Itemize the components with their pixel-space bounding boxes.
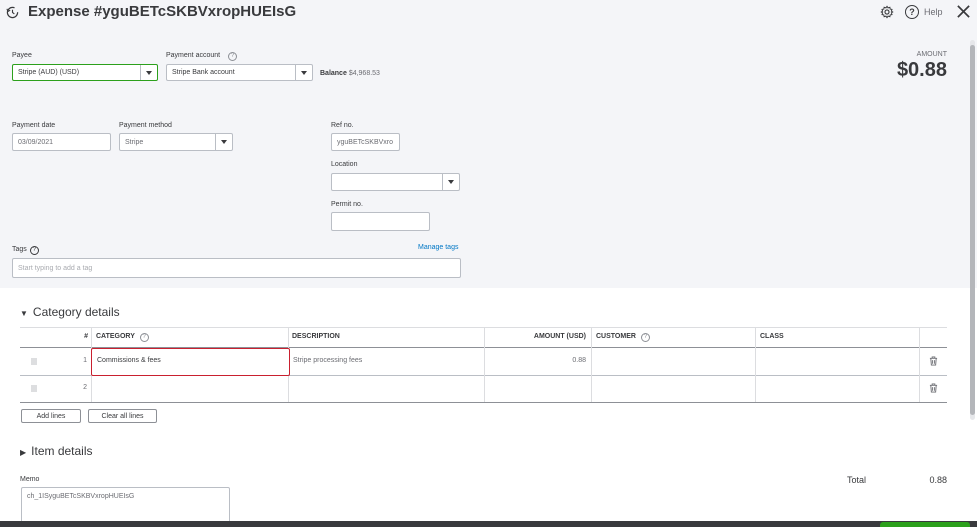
- permit-no-label: Permit no.: [331, 201, 363, 208]
- chevron-down-icon[interactable]: [295, 65, 312, 80]
- chevron-down-icon[interactable]: [442, 174, 459, 190]
- payment-date-label: Payment date: [12, 122, 56, 129]
- item-details-toggle[interactable]: ▶ Item details: [20, 444, 93, 458]
- memo-label: Memo: [20, 476, 40, 483]
- balance-label: Balance: [320, 70, 347, 77]
- column-header-customer: CUSTOMER ?: [596, 333, 650, 342]
- chevron-down-icon[interactable]: [140, 65, 157, 80]
- tags-placeholder: Start typing to add a tag: [18, 264, 93, 272]
- info-icon[interactable]: ?: [139, 333, 149, 342]
- page-title: Expense #yguBETcSKBVxropHUEIsG: [28, 3, 297, 20]
- column-header-class: CLASS: [760, 333, 784, 340]
- amount-cell-value[interactable]: 0.88: [488, 357, 586, 364]
- ref-no-label: Ref no.: [331, 122, 354, 129]
- description-value[interactable]: Stripe processing fees: [293, 357, 362, 364]
- add-lines-button[interactable]: Add lines: [21, 409, 81, 423]
- col-divider: [484, 327, 485, 402]
- clear-all-lines-button[interactable]: Clear all lines: [88, 409, 157, 423]
- gear-icon[interactable]: [879, 4, 895, 20]
- tags-label-text: Tags: [12, 246, 27, 253]
- help-icon: ?: [905, 5, 919, 19]
- trash-icon[interactable]: [927, 382, 939, 394]
- info-icon[interactable]: ?: [228, 52, 238, 61]
- payment-account-select[interactable]: Stripe Bank account: [166, 64, 313, 81]
- row-number: 2: [83, 384, 87, 391]
- column-header-number: #: [84, 333, 88, 340]
- trash-icon[interactable]: [927, 355, 939, 367]
- info-icon[interactable]: ?: [29, 246, 39, 255]
- amount-label: AMOUNT: [916, 51, 947, 58]
- scrollbar-thumb[interactable]: [970, 45, 975, 415]
- location-select[interactable]: [331, 173, 460, 191]
- payment-account-label-text: Payment account: [166, 52, 221, 59]
- payee-value: Stripe (AUD) (USD): [18, 69, 80, 76]
- payment-account-value: Stripe Bank account: [172, 69, 235, 76]
- save-button[interactable]: [880, 522, 970, 527]
- manage-tags-link[interactable]: Manage tags: [418, 244, 458, 251]
- location-label: Location: [331, 161, 358, 168]
- close-icon[interactable]: [955, 3, 972, 20]
- payment-method-select[interactable]: Stripe: [119, 133, 233, 151]
- ref-no-input[interactable]: yguBETcSKBVxro: [331, 133, 400, 151]
- balance-value: $4,968.53: [348, 70, 380, 77]
- ref-no-value: yguBETcSKBVxro: [337, 138, 394, 146]
- help-button[interactable]: ? Help: [905, 4, 947, 20]
- category-details-title: Category details: [32, 305, 120, 319]
- payment-method-value: Stripe: [125, 138, 144, 146]
- drag-handle-icon[interactable]: [31, 385, 37, 392]
- help-label: Help: [924, 7, 943, 17]
- caret-down-icon: ▼: [20, 309, 28, 318]
- history-icon[interactable]: [5, 5, 19, 19]
- column-header-category: CATEGORY ?: [96, 333, 149, 342]
- memo-value: ch_1ISyguBETcSKBVxropHUEIsG: [27, 493, 135, 500]
- payment-account-label: Payment account ?: [166, 52, 238, 61]
- column-header-category-text: CATEGORY: [96, 333, 135, 340]
- row-number: 1: [83, 357, 87, 364]
- permit-no-input[interactable]: [331, 212, 430, 231]
- bottom-action-bar: [0, 521, 977, 527]
- total-label: Total: [847, 475, 867, 485]
- memo-textarea[interactable]: ch_1ISyguBETcSKBVxropHUEIsG: [21, 487, 230, 523]
- tags-input[interactable]: Start typing to add a tag: [12, 258, 461, 278]
- drag-handle-icon[interactable]: [31, 358, 37, 365]
- column-header-amount: AMOUNT (USD): [533, 333, 586, 340]
- total-value: 0.88: [929, 475, 947, 485]
- caret-right-icon: ▶: [20, 448, 27, 457]
- category-details-toggle[interactable]: ▼ Category details: [20, 305, 120, 319]
- payee-select[interactable]: Stripe (AUD) (USD): [12, 64, 158, 81]
- tags-label: Tags ?: [12, 246, 39, 255]
- column-header-customer-text: CUSTOMER: [596, 333, 636, 340]
- payment-date-input[interactable]: 03/09/2021: [12, 133, 111, 151]
- item-details-title: Item details: [31, 444, 93, 458]
- col-divider: [755, 327, 756, 402]
- payment-method-label: Payment method: [119, 122, 172, 129]
- balance: Balance $4,968.53: [320, 70, 380, 77]
- column-header-description: DESCRIPTION: [292, 333, 340, 340]
- payee-label: Payee: [12, 52, 32, 59]
- payment-date-value: 03/09/2021: [18, 138, 54, 146]
- amount-value: $0.88: [896, 59, 947, 81]
- info-icon[interactable]: ?: [640, 333, 650, 342]
- col-divider: [919, 327, 920, 402]
- table-bottom: [20, 402, 947, 403]
- category-value: Commissions & fees: [97, 357, 161, 364]
- chevron-down-icon[interactable]: [215, 134, 232, 150]
- col-divider: [591, 327, 592, 402]
